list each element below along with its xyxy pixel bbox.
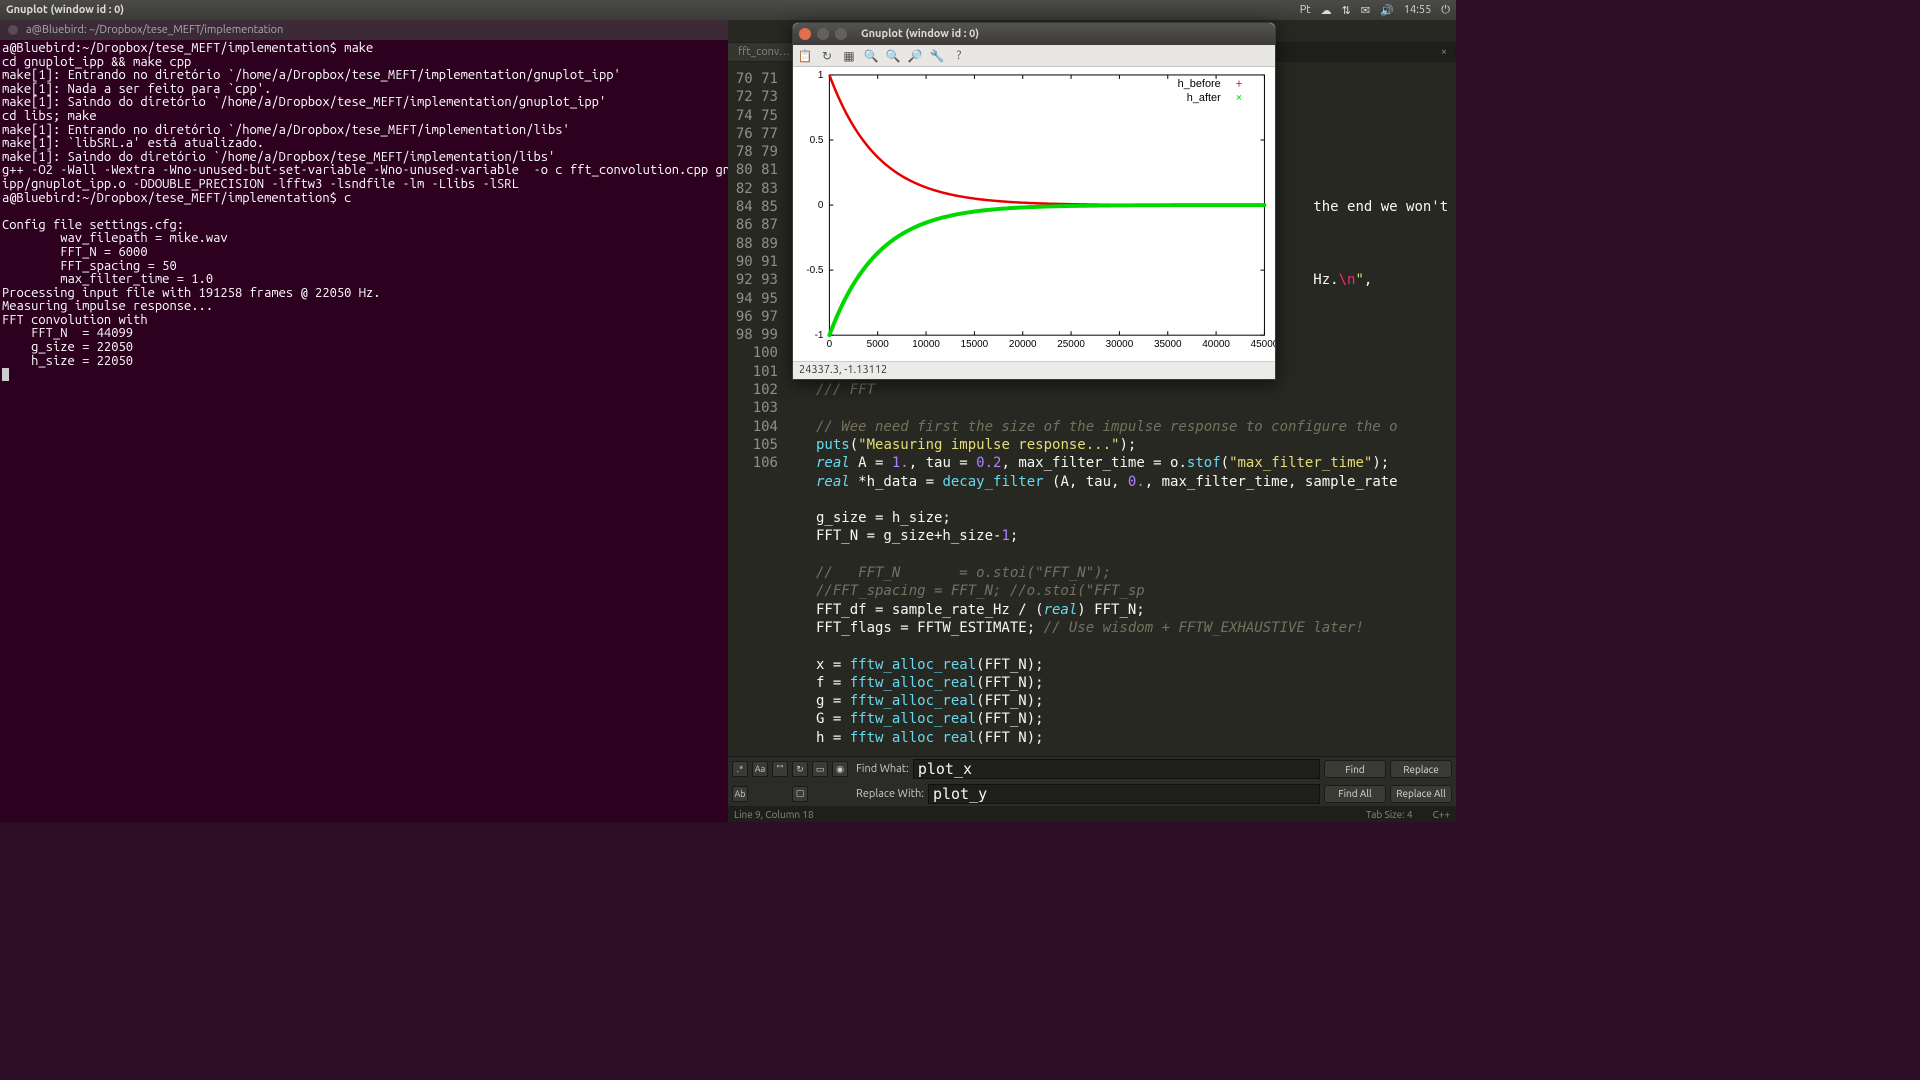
svg-text:25000: 25000 xyxy=(1057,339,1085,350)
config-icon[interactable]: 🔧 xyxy=(929,48,945,64)
svg-text:10000: 10000 xyxy=(912,339,940,350)
zoom-next-icon[interactable]: 🔍 xyxy=(885,48,901,64)
svg-text:35000: 35000 xyxy=(1154,339,1182,350)
find-input[interactable] xyxy=(913,759,1320,779)
gnuplot-titlebar[interactable]: Gnuplot (window id : 0) xyxy=(793,23,1275,45)
svg-text:40000: 40000 xyxy=(1202,339,1230,350)
editor-tab[interactable]: fft_conv… xyxy=(728,43,801,61)
replace-all-button[interactable]: Replace All xyxy=(1390,785,1452,803)
svg-text:0: 0 xyxy=(827,339,833,350)
power-icon[interactable]: ⏻ xyxy=(1441,4,1450,17)
window-close-icon[interactable] xyxy=(799,28,811,40)
svg-text:-1: -1 xyxy=(815,330,824,341)
svg-text:-0.5: -0.5 xyxy=(806,265,824,276)
legend-marker-plus: + xyxy=(1236,77,1243,90)
autoscale-icon[interactable]: 🔎 xyxy=(907,48,923,64)
gnuplot-window[interactable]: Gnuplot (window id : 0) 📋 ↻ ▦ 🔍 🔍 🔎 🔧 ? … xyxy=(792,22,1276,380)
find-all-button[interactable]: Find All xyxy=(1324,785,1386,803)
cloud-icon[interactable]: ☁ xyxy=(1321,4,1332,17)
line-number-gutter: 70 71 72 73 74 75 76 77 78 79 80 81 82 8… xyxy=(728,68,786,756)
window-minimize-icon[interactable] xyxy=(817,28,829,40)
wrap-toggle[interactable]: ↻ xyxy=(792,761,808,777)
gnuplot-title: Gnuplot (window id : 0) xyxy=(861,28,979,40)
volume-icon[interactable]: 🔊 xyxy=(1380,4,1394,17)
svg-text:0: 0 xyxy=(818,200,824,211)
active-window-title: Gnuplot (window id : 0) xyxy=(6,4,1300,16)
clock[interactable]: 14:55 xyxy=(1404,4,1432,16)
terminal-tab-icon xyxy=(8,25,18,35)
svg-text:30000: 30000 xyxy=(1106,339,1134,350)
curve-h-after xyxy=(829,205,1264,335)
preserve-case-toggle[interactable]: Ab xyxy=(732,786,748,802)
replace-label: Replace With: xyxy=(856,788,924,800)
help-icon[interactable]: ? xyxy=(951,48,967,64)
svg-text:20000: 20000 xyxy=(1009,339,1037,350)
system-tray: Pt ☁ ⇅ ✉ 🔊 14:55 ⏻ xyxy=(1300,4,1450,17)
keyboard-indicator-icon[interactable]: Pt xyxy=(1300,4,1311,16)
svg-text:1: 1 xyxy=(818,70,824,81)
terminal-tab-title: a@Bluebird: ~/Dropbox/tese_MEFT/implemen… xyxy=(26,24,283,36)
find-label: Find What: xyxy=(856,763,909,775)
word-toggle[interactable]: "" xyxy=(772,761,788,777)
terminal-output[interactable]: a@Bluebird:~/Dropbox/tese_MEFT/implement… xyxy=(0,40,728,384)
terminal-panel: a@Bluebird: ~/Dropbox/tese_MEFT/implemen… xyxy=(0,20,728,822)
in-selection-toggle[interactable]: ▭ xyxy=(812,761,828,777)
system-top-panel: Gnuplot (window id : 0) Pt ☁ ⇅ ✉ 🔊 14:55… xyxy=(0,0,1456,20)
case-toggle[interactable]: Aa xyxy=(752,761,768,777)
tab-size[interactable]: Tab Size: 4 xyxy=(1366,809,1413,820)
sync-icon[interactable]: ⇅ xyxy=(1342,4,1351,17)
mail-icon[interactable]: ✉ xyxy=(1361,4,1370,17)
zoom-prev-icon[interactable]: 🔍 xyxy=(863,48,879,64)
refresh-icon[interactable]: ↻ xyxy=(819,48,835,64)
editor-status-bar: Line 9, Column 18 Tab Size: 4 C++ xyxy=(728,806,1456,822)
replace-button[interactable]: Replace xyxy=(1390,760,1452,778)
context-toggle[interactable]: ▢ xyxy=(792,786,808,802)
legend-h-before: h_before xyxy=(1178,78,1221,90)
legend-h-after: h_after xyxy=(1187,92,1221,104)
grid-icon[interactable]: ▦ xyxy=(841,48,857,64)
regex-toggle[interactable]: .* xyxy=(732,761,748,777)
terminal-tab[interactable]: a@Bluebird: ~/Dropbox/tese_MEFT/implemen… xyxy=(0,20,728,40)
gnuplot-toolbar: 📋 ↻ ▦ 🔍 🔍 🔎 🔧 ? xyxy=(793,45,1275,67)
find-button[interactable]: Find xyxy=(1324,760,1386,778)
find-replace-bar: .* Aa "" ↻ ▭ ◉ Find What: Find Replace A… xyxy=(728,756,1456,806)
svg-text:5000: 5000 xyxy=(867,339,890,350)
editor-tab-close-icon[interactable]: × xyxy=(1433,43,1456,61)
replace-input[interactable] xyxy=(928,784,1320,804)
svg-text:15000: 15000 xyxy=(961,339,989,350)
syntax-mode[interactable]: C++ xyxy=(1433,809,1450,820)
plot-coords: 24337.3, -1.13112 xyxy=(793,361,1275,379)
legend-marker-x: × xyxy=(1236,91,1243,104)
svg-text:45000: 45000 xyxy=(1251,339,1275,350)
window-maximize-icon[interactable] xyxy=(835,28,847,40)
plot-canvas[interactable]: -1 -0.5 0 0.5 1 0 5000 10000 15000 20000 25000 300… xyxy=(793,67,1275,361)
cursor-position: Line 9, Column 18 xyxy=(734,809,814,820)
svg-text:0.5: 0.5 xyxy=(810,135,824,146)
copy-icon[interactable]: 📋 xyxy=(797,48,813,64)
highlight-toggle[interactable]: ◉ xyxy=(832,761,848,777)
